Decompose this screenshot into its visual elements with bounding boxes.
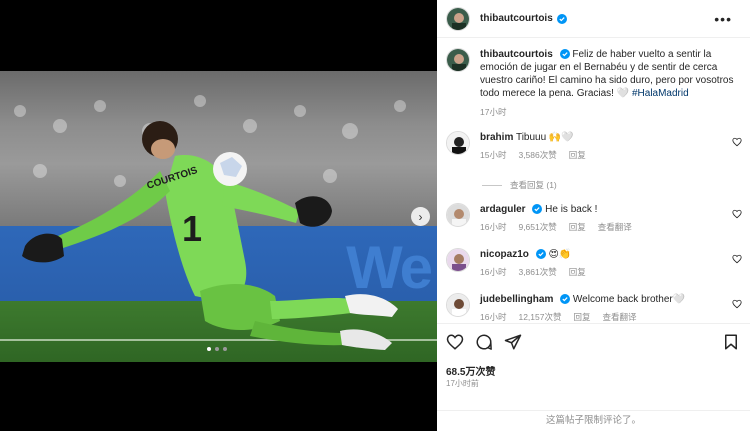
- caption-hashtag[interactable]: #HalaMadrid: [632, 88, 689, 99]
- comment-text: Welcome back brother🤍: [572, 294, 686, 305]
- post-media: We 1 COURTOIS ›: [0, 0, 437, 431]
- view-replies[interactable]: 查看回复 (1): [482, 179, 557, 191]
- comment-text: Tibuuu 🙌🤍: [515, 132, 574, 143]
- translate-button[interactable]: 查看翻译: [602, 311, 636, 323]
- comment-avatar[interactable]: [446, 131, 470, 155]
- comment-likes[interactable]: 3,586次赞: [518, 149, 556, 161]
- comment-likes[interactable]: 12,157次赞: [518, 311, 561, 323]
- comments-list: thibautcourtois Feliz de haber vuelto a …: [437, 38, 750, 323]
- like-comment-heart-icon[interactable]: [732, 254, 742, 264]
- verified-icon: [559, 49, 570, 60]
- comment-item: nicopaz1o 😍👏 16小时 3,861次赞 回复: [446, 248, 746, 278]
- comment-username[interactable]: brahim: [480, 132, 513, 143]
- comment-avatar[interactable]: [446, 203, 470, 227]
- author-avatar[interactable]: [446, 6, 470, 31]
- caption-username[interactable]: thibautcourtois: [480, 49, 553, 60]
- comment-username[interactable]: nicopaz1o: [480, 249, 529, 260]
- verified-icon: [556, 13, 567, 24]
- goalkeeper-figure: 1 COURTOIS: [14, 95, 406, 350]
- share-paper-plane-icon[interactable]: [504, 333, 522, 351]
- verified-icon: [535, 249, 546, 260]
- comment-username[interactable]: judebellingham: [480, 294, 553, 305]
- like-comment-heart-icon[interactable]: [732, 137, 742, 147]
- comment-time: 15小时: [480, 150, 507, 160]
- like-comment-heart-icon[interactable]: [732, 209, 742, 219]
- translate-button[interactable]: 查看翻译: [598, 221, 632, 233]
- comment-avatar[interactable]: [446, 248, 470, 272]
- comment-avatar[interactable]: [446, 293, 470, 317]
- likes-count[interactable]: 68.5万次赞: [446, 363, 495, 378]
- reply-button[interactable]: 回复: [569, 266, 586, 278]
- comment-text: 😍👏: [548, 249, 572, 260]
- carousel-dot[interactable]: [207, 347, 211, 351]
- more-options-icon[interactable]: •••: [714, 11, 732, 27]
- comment-bubble-icon[interactable]: [475, 333, 493, 351]
- author-username[interactable]: thibautcourtois: [480, 13, 553, 24]
- caption-avatar[interactable]: [446, 48, 470, 72]
- comment-likes[interactable]: 3,861次赞: [518, 266, 556, 278]
- post-side-panel: thibautcourtois ••• thibautcourtois Feli…: [437, 0, 750, 431]
- caption-time: 17小时: [480, 107, 507, 117]
- view-replies-label[interactable]: 查看回复 (1): [510, 179, 557, 191]
- comment-item: judebellingham Welcome back brother🤍 16小…: [446, 293, 746, 323]
- carousel-indicator: [207, 347, 227, 351]
- comment-time: 16小时: [480, 267, 507, 277]
- post-time: 17小时前: [446, 379, 479, 388]
- post-caption: thibautcourtois Feliz de haber vuelto a …: [446, 48, 741, 119]
- instagram-post-view: We 1 COURTOIS › thibautcourtois ••• thib…: [0, 0, 750, 431]
- comment-item: brahim Tibuuu 🙌🤍 15小时 3,586次赞 回复: [446, 131, 746, 161]
- comment-username[interactable]: ardaguler: [480, 204, 526, 215]
- post-header: thibautcourtois •••: [437, 0, 750, 38]
- avatar-image: [447, 294, 469, 316]
- verified-icon: [560, 294, 571, 305]
- comment-time: 16小时: [480, 312, 507, 322]
- replies-divider: [482, 184, 502, 186]
- avatar-image: [447, 249, 469, 271]
- carousel-dot[interactable]: [223, 347, 227, 351]
- avatar-image: [447, 132, 469, 154]
- avatar-image: [447, 49, 469, 71]
- reply-button[interactable]: 回复: [573, 311, 590, 323]
- jersey-number: 1: [182, 208, 202, 249]
- reply-button[interactable]: 回复: [569, 221, 586, 233]
- avatar-image: [447, 7, 469, 30]
- carousel-dot[interactable]: [215, 347, 219, 351]
- verified-icon: [532, 204, 543, 215]
- comments-limited-notice: 这篇帖子限制评论了。: [437, 410, 750, 431]
- save-bookmark-icon[interactable]: [722, 333, 740, 351]
- avatar-image: [447, 204, 469, 226]
- comment-text: He is back !: [545, 204, 598, 215]
- like-comment-heart-icon[interactable]: [732, 299, 742, 309]
- comment-likes[interactable]: 9,651次赞: [518, 221, 556, 233]
- post-photo: We 1 COURTOIS: [0, 71, 437, 362]
- carousel-next-button[interactable]: ›: [411, 207, 430, 226]
- post-actions: 68.5万次赞 17小时前 这篇帖子限制评论了。: [437, 323, 750, 431]
- like-heart-icon[interactable]: [446, 333, 464, 351]
- comment-item: ardaguler He is back ! 16小时 9,651次赞 回复 查看翻译: [446, 203, 746, 233]
- comment-time: 16小时: [480, 222, 507, 232]
- reply-button[interactable]: 回复: [569, 149, 586, 161]
